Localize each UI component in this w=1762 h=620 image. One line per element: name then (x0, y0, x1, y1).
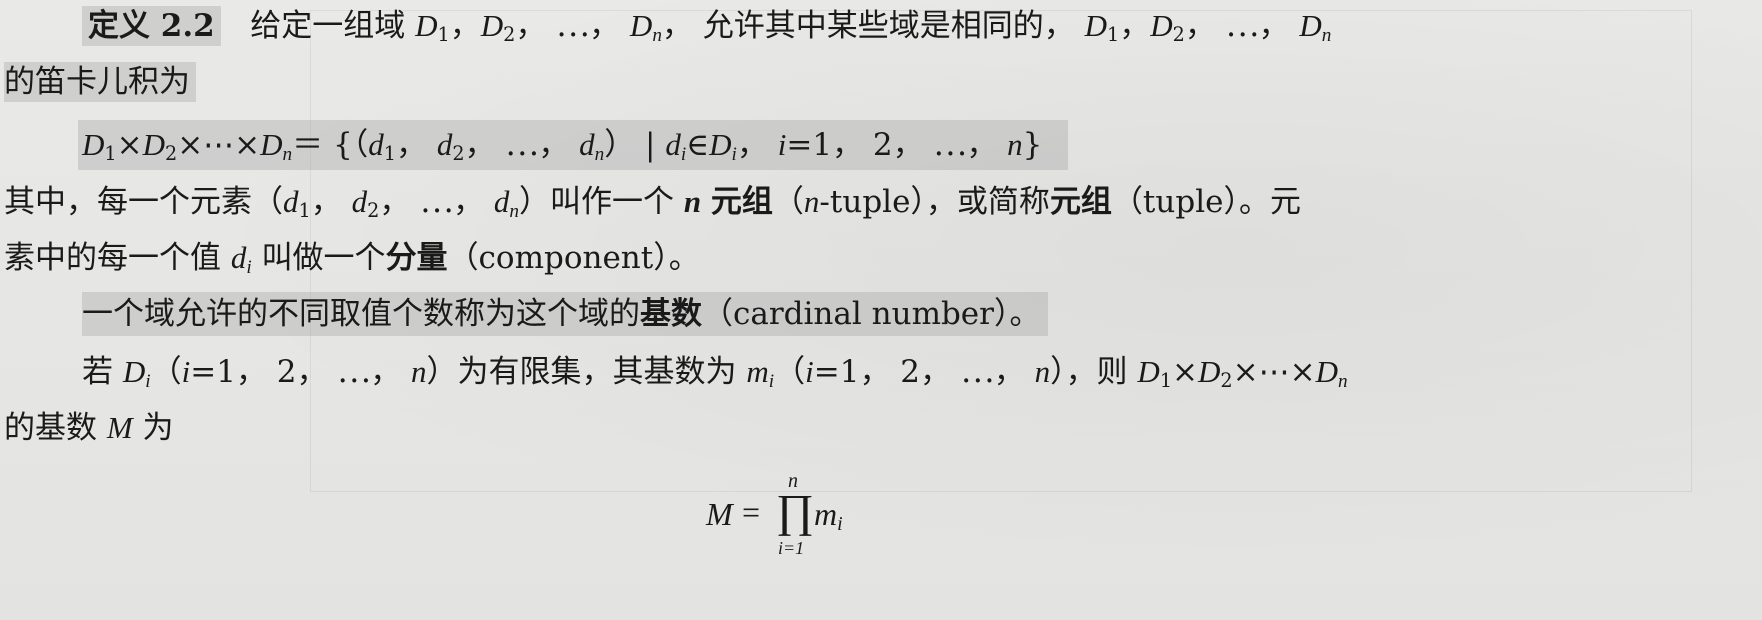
definition-mid: 允许其中某些域是相同的， (702, 8, 1075, 44)
formula-M: M (706, 496, 733, 532)
tuple-text-b: ）叫作一个 (518, 184, 674, 220)
tuple-line-1: 其中，每一个元素（d1， d2， ⋯， dn）叫作一个 n 元组（n-tuple… (4, 184, 1301, 222)
cardinal-rest: （cardinal number）。 (702, 296, 1041, 332)
component-text-c: （component）。 (447, 240, 700, 276)
formula-term: m (814, 496, 838, 532)
cardinal-term: 基数 (640, 296, 702, 332)
definition-label: 定义 2.2 (88, 8, 215, 44)
tuple-term: 元组 (710, 184, 773, 220)
tuple-line-2: 素中的每一个值 di 叫做一个分量（component）。 (4, 240, 700, 278)
finite-line-1: 若 Di（i=1， 2， ⋯， n）为有限集，其基数为 mi（i=1， 2， ⋯… (82, 354, 1348, 392)
tuple-n: n (683, 184, 702, 219)
product-formula: M = n ∏ i=1 mi (706, 470, 906, 610)
cardinal-line: 一个域允许的不同取值个数称为这个域的基数（cardinal number）。 (82, 292, 1049, 336)
definition-line-2: 的笛卡儿积为 (4, 60, 196, 104)
component-text-b: 叫做一个 (261, 240, 386, 276)
finite-text-b: 为有限集，其基数为 (457, 354, 737, 390)
definition-line-1: 定义 2.2 给定一组域 D1，D2， ⋯， Dn， 允许其中某些域是相同的， … (82, 4, 1331, 48)
product-symbol: ∏ (776, 485, 814, 536)
finite-text-a: 若 (82, 354, 113, 390)
document-page: 定义 2.2 给定一组域 D1，D2， ⋯， Dn， 允许其中某些域是相同的， … (0, 0, 1762, 620)
tuple-ntuple: n (803, 184, 820, 219)
definition-intro: 给定一组域 (250, 8, 406, 44)
cardinal-text: 一个域允许的不同取值个数称为这个域的 (82, 296, 640, 332)
cartesian-formula: D1×D2×⋯×Dn＝ {（d1， d2， ⋯， dn） | di∈Di， i=… (78, 120, 1069, 170)
formula-eq: = (742, 494, 761, 530)
component-text-a: 素中的每一个值 (4, 240, 221, 276)
component-term: 分量 (385, 240, 448, 276)
tuple-term-2: 元组 (1049, 184, 1112, 220)
tuple-text-a: 其中，每一个元素（ (4, 184, 283, 220)
formula-sub: i (837, 512, 843, 535)
finite-text-c: ，则 (1065, 354, 1128, 390)
finite-line-2: 的基数 M 为 (4, 406, 174, 450)
tuple-text-d: （tuple）。元 (1111, 184, 1301, 220)
tuple-ntuple-rest: -tuple），或简称 (819, 184, 1050, 220)
finite-text-end: 为 (142, 410, 174, 446)
tuple-text-c: （ (772, 184, 804, 220)
finite-text-l2: 的基数 (4, 410, 97, 446)
formula-lower: i=1 (778, 538, 805, 558)
finite-M: M (106, 410, 133, 445)
definition-cartesian-label: 的笛卡儿积为 (4, 62, 196, 102)
